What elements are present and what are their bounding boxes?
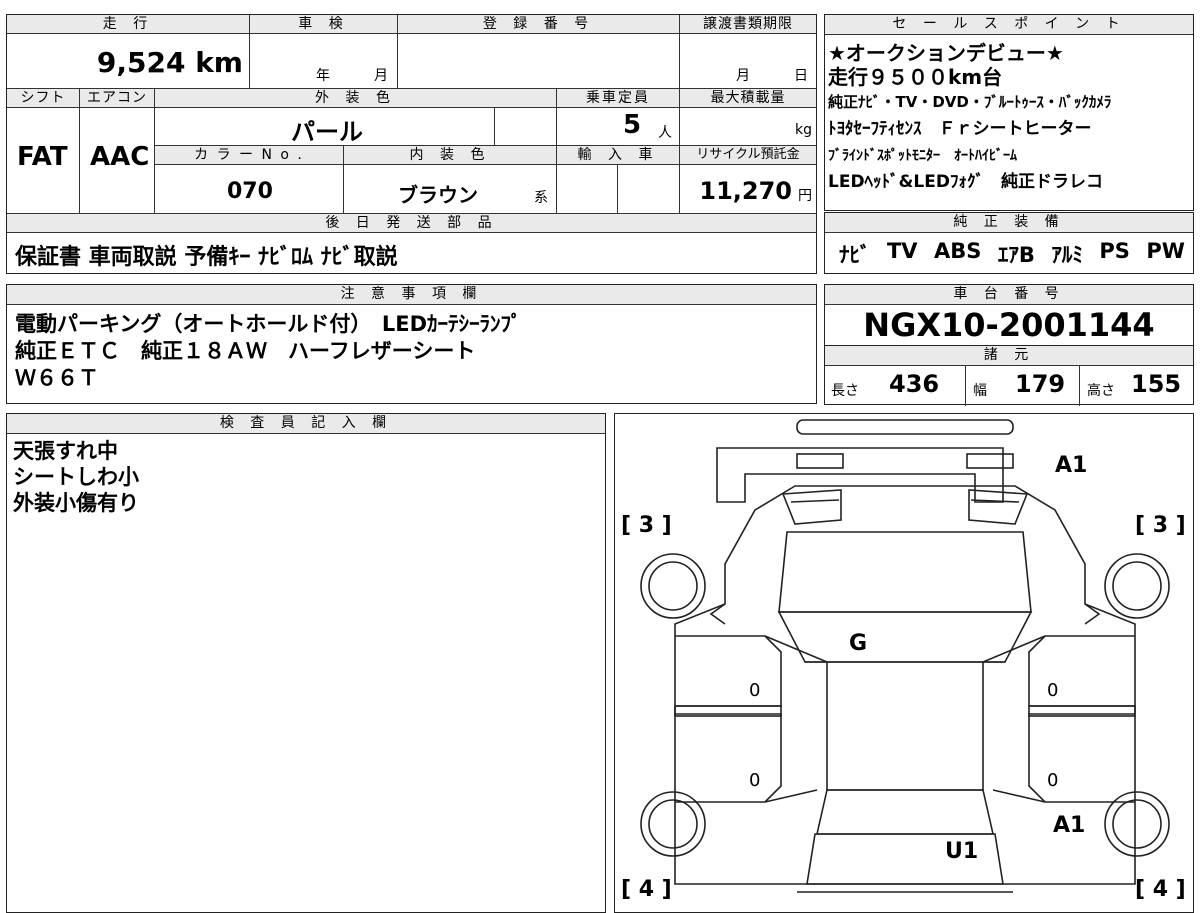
sales-points-header: セ ー ル ス ポ イ ン ト xyxy=(825,15,1193,35)
notes-box: 注 意 事 項 欄 電動パーキング（オートホールド付） LEDｶｰﾃｼｰﾗﾝﾌﾟ… xyxy=(6,284,817,404)
mark-door-right-rear: 0 xyxy=(1047,770,1058,791)
height-label: 高さ xyxy=(1087,383,1115,399)
vehicle-info-table: 走 行 車 検 登 録 番 号 譲渡書類期限 9,524 km 年 月 月 日 … xyxy=(6,14,817,274)
equipment-item: PW xyxy=(1146,239,1185,263)
ext-color-value: パール xyxy=(155,108,495,146)
later-parts-header: 後 日 発 送 部 品 xyxy=(7,214,816,233)
inspector-line: 外装小傷有り xyxy=(13,491,139,515)
notes-header: 注 意 事 項 欄 xyxy=(7,285,816,305)
inspector-line: 天張すれ中 xyxy=(13,439,118,463)
sales-point-line: ★オークションデビュー★ xyxy=(828,41,1064,65)
sales-point-line: 走行９５００km台 xyxy=(828,65,1003,89)
mark-rear-right: A1 xyxy=(1053,813,1085,838)
chassis-box: 車 台 番 号 NGX10-2001144 xyxy=(824,284,1194,346)
length-value: 436 xyxy=(889,370,940,398)
tire-rear-right-mark: [ 4 ] xyxy=(1135,877,1186,902)
registration-header: 登 録 番 号 xyxy=(398,15,680,34)
mark-hood: G xyxy=(849,631,867,656)
car-diagram: A1 G A1 U1 [ 3 ] [ 3 ] [ 4 ] [ 4 ] 0 0 0… xyxy=(621,419,1186,902)
sales-point-line: 純正ﾅﾋﾞ・TV・DVD・ﾌﾞﾙｰﾄｩｰｽ・ﾊﾞｯｸｶﾒﾗ xyxy=(828,93,1112,111)
import-header: 輸 入 車 xyxy=(557,146,680,165)
ac-header: エアコン xyxy=(80,89,155,108)
mark-door-left-front: 0 xyxy=(749,680,760,701)
equipment-item: ｱﾙﾐ xyxy=(1051,243,1083,267)
shift-header: シフト xyxy=(7,89,80,108)
int-color-header: 内 装 色 xyxy=(344,146,557,165)
import-value-a xyxy=(557,165,618,214)
car-diagram-box: A1 G A1 U1 [ 3 ] [ 3 ] [ 4 ] [ 4 ] 0 0 0… xyxy=(614,413,1194,913)
recycle-value: 11,270 円 xyxy=(680,165,816,214)
mileage-header: 走 行 xyxy=(7,15,250,34)
shift-value: FAT xyxy=(7,108,80,214)
color-no-header: カ ラ ー N o . xyxy=(155,146,344,165)
load-value: kg xyxy=(680,108,816,146)
recycle-header: リサイクル預託金 xyxy=(680,146,816,165)
mark-rear-center: U1 xyxy=(945,839,978,864)
equipment-box: 純 正 装 備 ﾅﾋﾞ TV ABS ｴｱB ｱﾙﾐ PS PW xyxy=(824,212,1194,274)
width-value: 179 xyxy=(1015,370,1066,398)
transfer-header: 譲渡書類期限 xyxy=(680,15,816,34)
inspector-line: シートしわ小 xyxy=(13,465,139,489)
color-no-value: 070 xyxy=(155,165,344,214)
transfer-value: 月 日 xyxy=(680,34,816,89)
note-line: 電動パーキング（オートホールド付） LEDｶｰﾃｼｰﾗﾝﾌﾟ xyxy=(15,312,522,336)
inspection-value: 年 月 xyxy=(250,34,398,89)
equipment-item: PS xyxy=(1099,239,1130,263)
capacity-value: 5 人 xyxy=(557,108,680,146)
mark-front-bumper: A1 xyxy=(1055,453,1087,478)
sales-points-box: セ ー ル ス ポ イ ン ト ★オークションデビュー★ 走行９５００km台 純… xyxy=(824,14,1194,211)
int-color-value: ブラウン 系 xyxy=(344,165,557,214)
tire-rear-left-mark: [ 4 ] xyxy=(621,877,672,902)
mileage-value: 9,524 km xyxy=(7,34,250,89)
sales-point-line: ﾌﾞﾗｲﾝﾄﾞｽﾎﾟｯﾄﾓﾆﾀｰ ｵｰﾄﾊｲﾋﾞｰﾑ xyxy=(828,148,1017,164)
mark-door-left-rear: 0 xyxy=(749,770,760,791)
inspector-header: 検 査 員 記 入 欄 xyxy=(7,414,605,434)
note-line: Ｗ６６Ｔ xyxy=(15,366,99,390)
width-label: 幅 xyxy=(973,383,987,399)
later-parts-value: 保証書 車両取説 予備ｷｰ ﾅﾋﾞﾛﾑ ﾅﾋﾞ取説 xyxy=(15,245,398,270)
equipment-header: 純 正 装 備 xyxy=(825,213,1193,233)
registration-value xyxy=(398,34,680,89)
tire-front-left-mark: [ 3 ] xyxy=(621,513,672,538)
capacity-header: 乗車定員 xyxy=(557,89,680,108)
sales-point-line: LEDﾍｯﾄﾞ&LEDﾌｫｸﾞ 純正ドラレコ xyxy=(828,172,1103,192)
import-value-b xyxy=(618,165,680,214)
specs-header: 諸 元 xyxy=(825,346,1193,366)
chassis-header: 車 台 番 号 xyxy=(825,285,1193,305)
inspector-box: 検 査 員 記 入 欄 天張すれ中 シートしわ小 外装小傷有り xyxy=(6,413,606,913)
specs-box: 諸 元 長さ 436 幅 179 高さ 155 xyxy=(824,345,1194,406)
length-label: 長さ xyxy=(831,383,859,399)
mark-door-right-front: 0 xyxy=(1047,680,1058,701)
equipment-item: ｴｱB xyxy=(997,243,1035,267)
tire-front-right-mark: [ 3 ] xyxy=(1135,513,1186,538)
ext-color-extra xyxy=(495,108,557,146)
note-line: 純正ＥＴＣ 純正１８ＡＷ ハーフレザーシート xyxy=(15,339,476,363)
chassis-number: NGX10-2001144 xyxy=(863,306,1155,344)
ext-color-header: 外 装 色 xyxy=(155,89,557,108)
height-value: 155 xyxy=(1131,370,1182,398)
sales-point-line: ﾄﾖﾀｾｰﾌﾃｨｾﾝｽ Ｆｒシートヒーター xyxy=(828,119,1092,139)
equipment-item: TV xyxy=(886,239,918,263)
equipment-item: ﾅﾋﾞ xyxy=(839,243,871,267)
ac-value: AAC xyxy=(80,108,155,214)
equipment-item: ABS xyxy=(934,239,982,263)
inspection-header: 車 検 xyxy=(250,15,398,34)
load-header: 最大積載量 xyxy=(680,89,816,108)
